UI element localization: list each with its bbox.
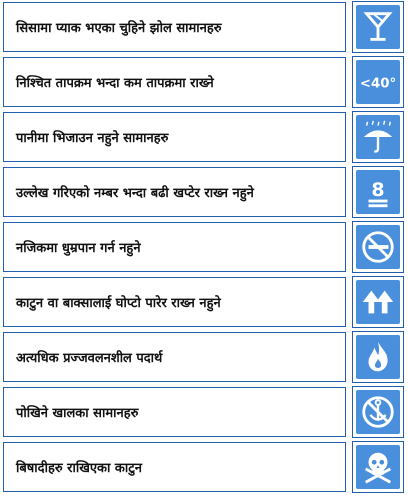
icon-cell (352, 276, 404, 328)
stack-count-label: 8 (371, 179, 384, 201)
icon-cell: <40° (352, 56, 404, 108)
row-label: काटुन वा बाक्सालाई घोप्टो पारेर राख्न नह… (3, 277, 346, 327)
row-label: पानीमा भिजाउन नहुने सामानहरु (3, 112, 346, 162)
no-hooks-anchor-icon (356, 390, 400, 434)
handling-symbols-table: सिसामा प्याक भएका चुहिने झोल सामानहरु नि… (0, 0, 408, 496)
stack-limit-8-icon: 8 (356, 170, 400, 214)
table-row: नजिकमा धुम्रपान गर्न नहुने (0, 220, 408, 275)
keep-dry-umbrella-icon (356, 115, 400, 159)
temperature-label: <40° (360, 77, 396, 92)
row-label: अत्यधिक प्रज्जवलनशील पदार्थ (3, 332, 346, 382)
poison-skull-icon (356, 445, 400, 489)
fragile-glass-icon (356, 5, 400, 49)
icon-cell (352, 331, 404, 383)
table-row: उल्लेख गरिएको नम्बर भन्दा बढी खप्टेर राख… (0, 165, 408, 220)
icon-cell (352, 1, 404, 53)
row-label: पोखिने खालका सामानहरु (3, 387, 346, 437)
row-label: नजिकमा धुम्रपान गर्न नहुने (3, 222, 346, 272)
icon-cell (352, 221, 404, 273)
table-row: निश्चित तापक्रम भन्दा कम तापक्रमा राख्ने… (0, 55, 408, 110)
table-row: सिसामा प्याक भएका चुहिने झोल सामानहरु (0, 0, 408, 55)
table-row: काटुन वा बाक्सालाई घोप्टो पारेर राख्न नह… (0, 275, 408, 330)
icon-cell: 8 (352, 166, 404, 218)
row-label: बिषादीहरु राखिएका काटुन (3, 442, 346, 492)
table-row: अत्यधिक प्रज्जवलनशील पदार्थ (0, 330, 408, 385)
icon-cell (352, 111, 404, 163)
temperature-below-40-icon: <40° (356, 60, 400, 104)
row-label: उल्लेख गरिएको नम्बर भन्दा बढी खप्टेर राख… (3, 167, 346, 217)
flammable-flame-icon (356, 335, 400, 379)
icon-cell (352, 441, 404, 493)
this-way-up-arrows-icon (356, 280, 400, 324)
row-label: सिसामा प्याक भएका चुहिने झोल सामानहरु (3, 2, 346, 52)
no-smoking-icon (356, 225, 400, 269)
table-row: बिषादीहरु राखिएका काटुन (0, 440, 408, 495)
row-label: निश्चित तापक्रम भन्दा कम तापक्रमा राख्ने (3, 57, 346, 107)
table-row: पोखिने खालका सामानहरु (0, 385, 408, 440)
icon-cell (352, 386, 404, 438)
table-row: पानीमा भिजाउन नहुने सामानहरु (0, 110, 408, 165)
